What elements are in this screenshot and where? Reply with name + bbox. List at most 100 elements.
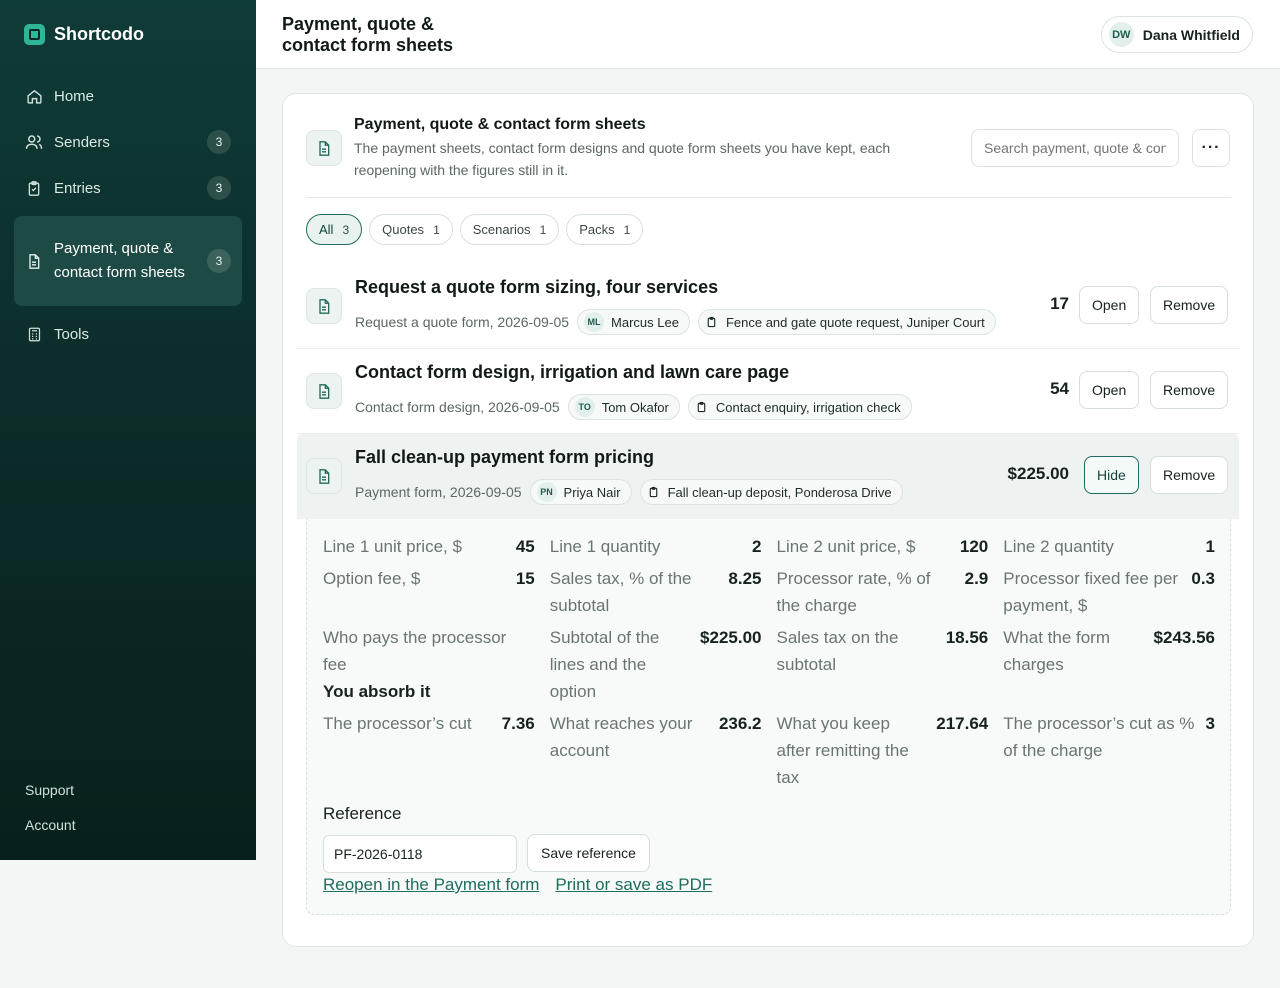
sender-chip[interactable]: TO Tom Okafor — [567, 394, 680, 420]
count-badge: 3 — [207, 249, 231, 273]
figure-cell: The processor’s cut as % of the charge 3 — [1003, 710, 1215, 791]
figure-label-text: Processor rate, % of the charge — [776, 569, 931, 615]
figure-cell: Line 1 quantity 2 — [550, 533, 762, 560]
filter-all[interactable]: All 3 — [306, 214, 363, 245]
print-pdf-link[interactable]: Print or save as PDF — [555, 875, 712, 895]
row-date: Contact form design, 2026-09-05 — [355, 399, 560, 415]
figure-value: 3 — [1205, 714, 1215, 733]
brand-logo-icon — [24, 24, 45, 45]
remove-button[interactable]: Remove — [1150, 456, 1229, 494]
sender-name: Priya Nair — [563, 484, 621, 500]
count-badge: 3 — [207, 176, 231, 200]
figure-cell: What you keep after remitting the tax 217… — [777, 710, 989, 791]
figure-cell: Sales tax on the subtotal 18.56 — [777, 624, 989, 705]
entry-chip[interactable]: Contact enquiry, irrigation check — [687, 394, 912, 420]
account-link[interactable]: Account — [25, 817, 76, 852]
sidebar-item-label: Home — [54, 87, 95, 105]
card-subtitle: The payment sheets, contact form designs… — [354, 140, 891, 178]
page-title: Payment, quote & contact form sheets — [282, 14, 454, 55]
open-button[interactable]: Open — [1079, 286, 1140, 324]
hide-button[interactable]: Hide — [1084, 456, 1139, 494]
figure-value: 1 — [1205, 537, 1215, 556]
reference-input[interactable] — [323, 835, 517, 873]
reopen-link[interactable]: Reopen in the Payment form — [323, 875, 539, 895]
sheet-detail-panel: Line 1 unit price, $45 Line 1 quantity 2 Li… — [306, 519, 1231, 915]
card-header: Payment, quote & contact form sheets The… — [306, 116, 1231, 198]
clipboard-icon — [695, 399, 709, 415]
figure-label: What the form charges — [1003, 624, 1153, 678]
entry-chip[interactable]: Fence and gate quote request, Juniper Co… — [697, 309, 996, 335]
sender-chip[interactable]: PN Priya Nair — [529, 479, 632, 505]
figure-label: Sales tax, % of the subtotal — [550, 565, 729, 619]
sidebar-item-label: Payment, quote & contact form sheets — [54, 240, 185, 281]
more-options-button[interactable]: ··· — [1192, 129, 1230, 167]
row-title: Request a quote form sizing, four servic… — [355, 277, 719, 297]
figure-value: 217.64 — [936, 714, 989, 733]
document-icon — [306, 458, 342, 494]
figure-cell: Sales tax, % of the subtotal 8.25 — [550, 565, 762, 619]
sidebar-item-home[interactable]: Home — [14, 78, 242, 114]
figure-cell: Processor rate, % of the charge 2.9 — [777, 565, 989, 619]
open-button[interactable]: Open — [1079, 371, 1140, 409]
card-title: Payment, quote & contact form sheets — [354, 116, 646, 133]
avatar: PN — [536, 482, 557, 502]
row-date: Payment form, 2026-09-05 — [355, 484, 522, 500]
figures-grid: Line 1 unit price, $45 Line 1 quantity 2 Li… — [323, 533, 1215, 796]
figure-label-text: Line 2 quantity — [1003, 537, 1114, 556]
figure-label: Line 2 quantity — [1003, 533, 1205, 560]
sidebar: Shortcodo Home Senders 3 Entries 3 Payme… — [0, 0, 256, 860]
figure-value: 120 — [959, 537, 989, 556]
filter-count: 1 — [539, 222, 547, 237]
clipboard-icon — [647, 484, 661, 500]
filter-scenarios[interactable]: Scenarios 1 — [459, 214, 560, 245]
list-item: Fall clean-up payment form pricing Payme… — [297, 434, 1239, 519]
filter-label: Packs — [579, 222, 615, 237]
figure-label: Line 1 quantity — [550, 533, 752, 560]
sidebar-item-tools[interactable]: Tools — [14, 316, 242, 352]
avatar: DW — [1108, 22, 1134, 47]
save-reference-button[interactable]: Save reference — [527, 834, 650, 872]
figure-label: Sales tax on the subtotal — [777, 624, 946, 678]
user-menu[interactable]: DW Dana Whitfield — [1100, 16, 1253, 53]
top-header: Payment, quote & contact form sheets DW … — [256, 0, 1280, 69]
figure-label-text: What the form charges — [1003, 628, 1111, 674]
sidebar-item-entries[interactable]: Entries 3 — [14, 170, 242, 206]
figure-label-text: The processor’s cut — [323, 714, 472, 733]
sidebar-footer: Support Account — [25, 782, 76, 852]
sender-name: Marcus Lee — [611, 314, 679, 330]
figure-label-text: Who pays the processor fee — [323, 628, 507, 674]
figure-label: Processor rate, % of the charge — [777, 565, 965, 619]
figure-cell: Processor fixed fee per payment, $ 0.3 — [1003, 565, 1215, 619]
sidebar-item-senders[interactable]: Senders 3 — [14, 124, 242, 160]
filter-quotes[interactable]: Quotes 1 — [369, 214, 453, 245]
filter-count: 3 — [342, 222, 350, 237]
figure-cell: What reaches your account 236.2 — [550, 710, 762, 791]
figure-value: 2 — [752, 537, 762, 556]
search-input[interactable] — [971, 129, 1179, 167]
count-badge: 3 — [207, 130, 231, 154]
figure-label: The processor’s cut — [323, 710, 502, 737]
figure-label-text: Option fee, $ — [323, 569, 421, 588]
entry-chip[interactable]: Fall clean-up deposit, Ponderosa Drive — [639, 479, 903, 505]
figure-label-text: Processor fixed fee per payment, $ — [1003, 569, 1179, 615]
sidebar-item-form-sheets[interactable]: Payment, quote & contact form sheets 3 — [14, 216, 242, 306]
figure-label-text: What you keep after remitting the tax — [776, 714, 909, 787]
remove-button[interactable]: Remove — [1150, 286, 1229, 324]
sender-chip[interactable]: ML Marcus Lee — [577, 309, 690, 335]
row-meta: Request a quote form, 2026-09-05 ML Marc… — [355, 309, 996, 335]
figure-cell: The processor’s cut 7.36 — [323, 710, 535, 791]
filter-packs[interactable]: Packs 1 — [566, 214, 644, 245]
filter-count: 1 — [433, 222, 440, 237]
figure-value: 18.56 — [945, 628, 989, 647]
figure-label-text: Line 2 unit price, $ — [776, 537, 916, 556]
support-link[interactable]: Support — [25, 782, 76, 817]
detail-links: Reopen in the Payment form Print or save… — [323, 875, 712, 895]
figure-label-text: Line 1 unit price, $ — [323, 537, 462, 556]
brand[interactable]: Shortcodo — [24, 24, 144, 45]
filter-label: Scenarios — [472, 222, 531, 237]
row-date: Request a quote form, 2026-09-05 — [355, 314, 570, 330]
figure-label: Who pays the processor fee You absorb it — [323, 624, 535, 705]
remove-button[interactable]: Remove — [1150, 371, 1229, 409]
sidebar-item-label: Entries — [54, 179, 101, 197]
figure-cell: What the form charges $243.56 — [1003, 624, 1215, 705]
